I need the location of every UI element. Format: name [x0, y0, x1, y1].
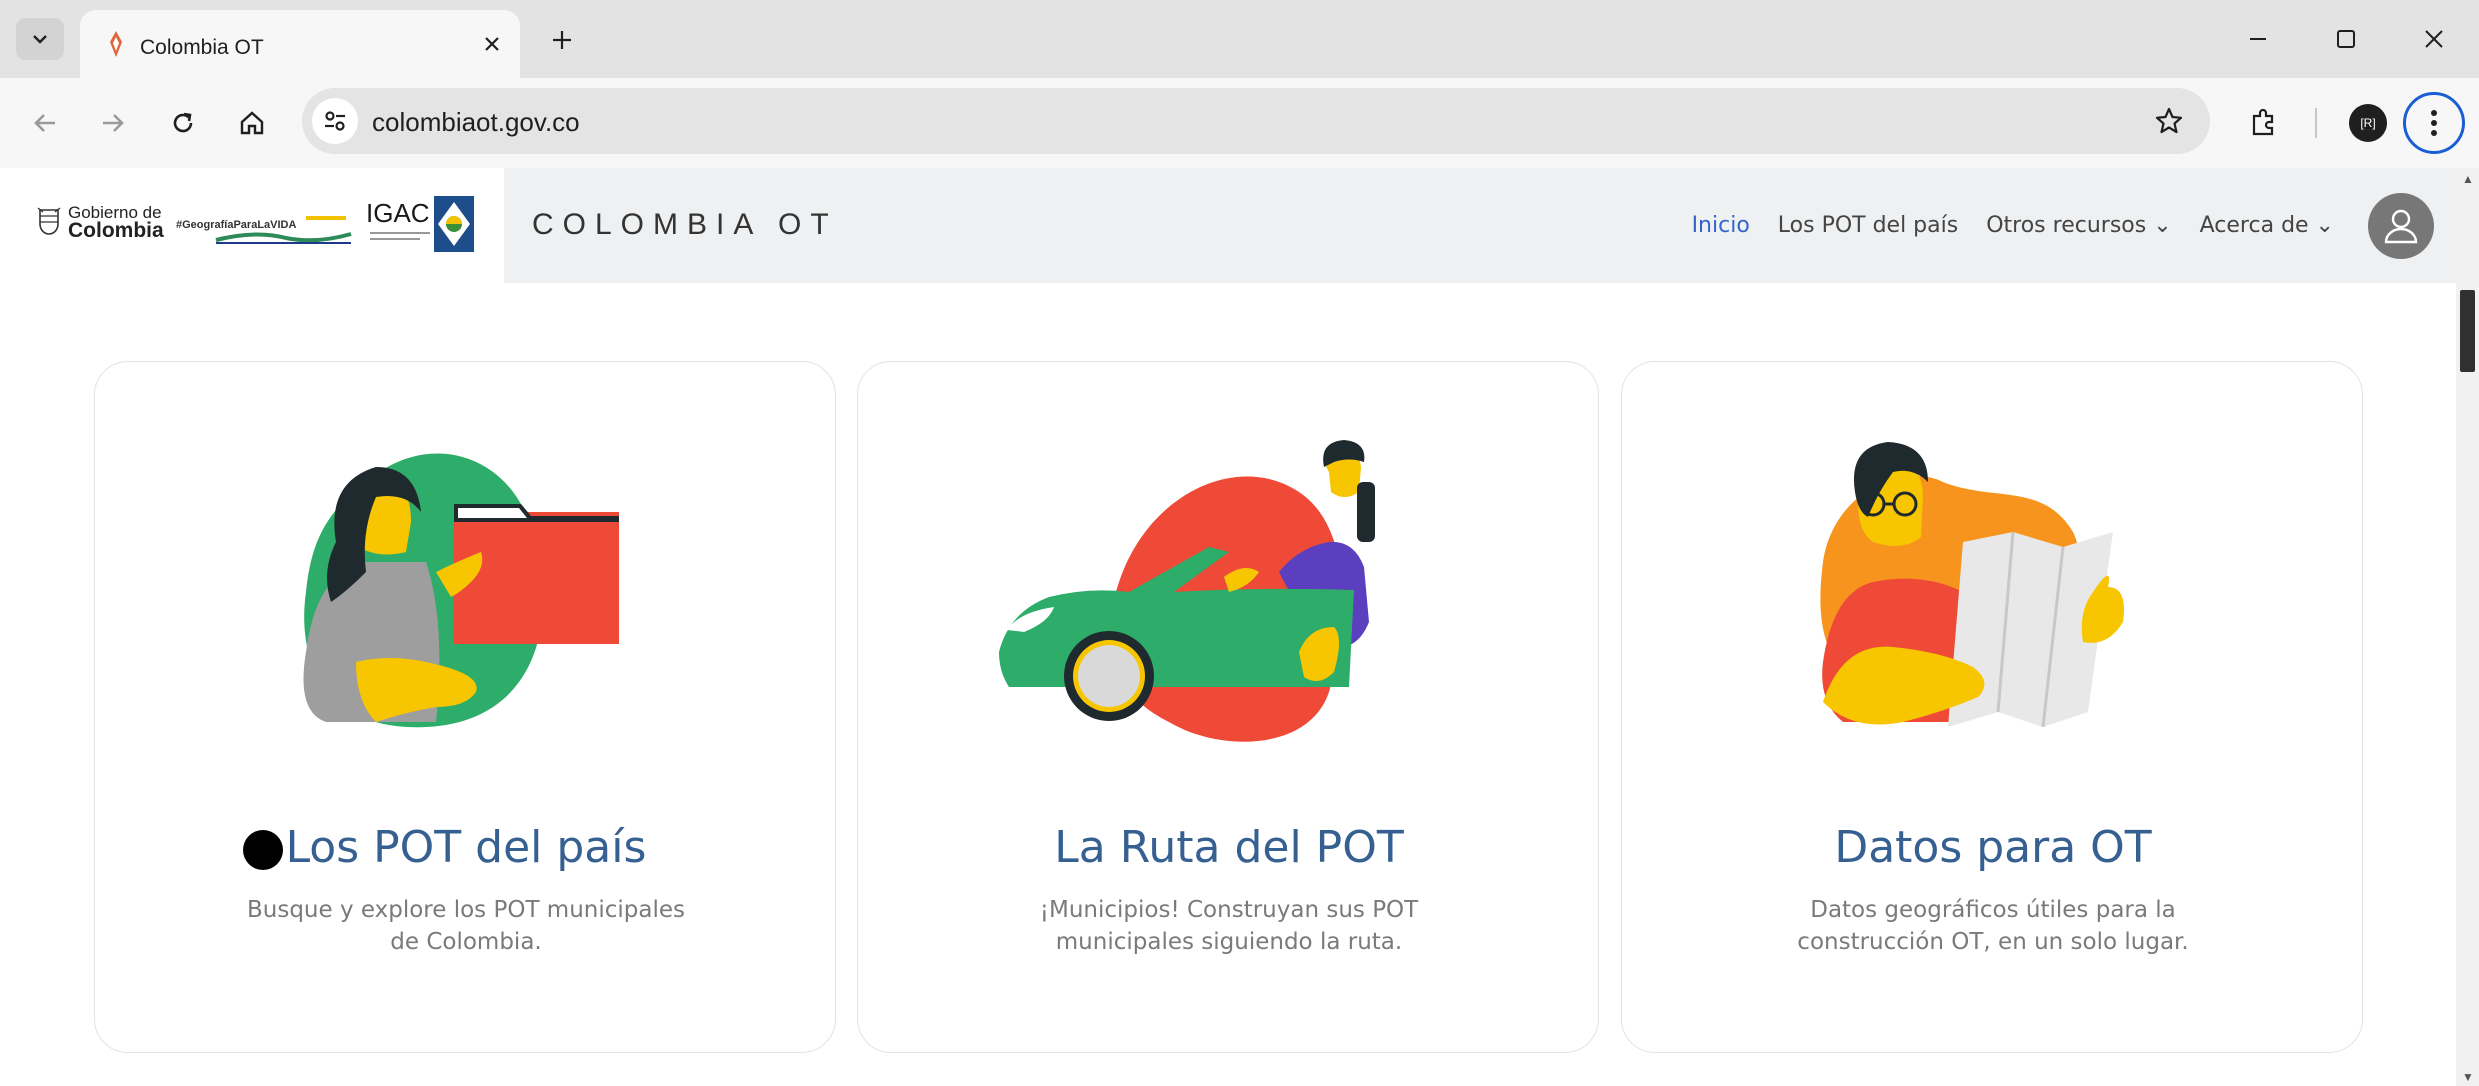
maximize-button[interactable]	[2316, 16, 2376, 62]
reload-button[interactable]	[160, 100, 206, 146]
site-info-button[interactable]	[312, 98, 358, 144]
site-header: Gobierno de Colombia #GeografíaParaLaVIDA…	[0, 168, 2456, 283]
back-button[interactable]	[22, 100, 68, 146]
card-description: ¡Municipios! Construyan sus POT municipa…	[1039, 897, 1419, 955]
profile-button[interactable]: [R]	[2349, 104, 2387, 142]
chevron-down-icon	[33, 35, 47, 44]
nav-item-los-pot[interactable]: Los POT del país	[1778, 213, 1958, 238]
home-icon	[240, 111, 264, 135]
cursor-dot	[243, 830, 283, 870]
nav-item-acerca-de[interactable]: Acerca de ⌄	[2200, 213, 2334, 238]
puzzle-icon	[2252, 108, 2274, 136]
nav-item-otros-recursos[interactable]: Otros recursos ⌄	[1986, 213, 2171, 238]
scrollbar-thumb[interactable]	[2460, 290, 2475, 372]
man-driving-car-illustration	[999, 440, 1375, 742]
web-page: Gobierno de Colombia #GeografíaParaLaVIDA…	[0, 168, 2456, 1086]
browser-tab[interactable]: Colombia OT	[80, 10, 520, 78]
user-icon	[2384, 209, 2418, 243]
card-description: Busque y explore los POT municipales de …	[246, 897, 686, 955]
card-title[interactable]: Los POT del país	[95, 822, 837, 873]
card-description: Datos geográficos útiles para la constru…	[1797, 897, 2189, 955]
man-reading-map-illustration	[1820, 442, 2124, 728]
home-button[interactable]	[229, 100, 275, 146]
nav-item-inicio[interactable]: Inicio	[1692, 213, 1750, 238]
card-ruta-pot[interactable]: La Ruta del POT ¡Municipios! Construyan …	[857, 361, 1599, 1053]
page-scrollbar[interactable]: ▲ ▼	[2456, 168, 2479, 1086]
plus-icon	[553, 31, 571, 49]
card-los-pot[interactable]: Los POT del país Busque y explore los PO…	[94, 361, 836, 1053]
igac-logo[interactable]: IGAC	[366, 194, 476, 254]
site-brand[interactable]: COLOMBIA OT	[532, 208, 838, 242]
new-tab-button[interactable]	[544, 22, 580, 58]
main-nav: Inicio Los POT del país Otros recursos ⌄…	[1692, 168, 2456, 283]
address-bar[interactable]: colombiaot.gov.co	[302, 88, 2210, 154]
card-title[interactable]: La Ruta del POT	[858, 822, 1600, 873]
url-text[interactable]: colombiaot.gov.co	[372, 107, 580, 138]
browser-tab-strip: Colombia OT	[0, 0, 2479, 78]
browser-menu-button[interactable]	[2403, 92, 2465, 154]
more-vertical-icon	[2431, 110, 2437, 136]
gobierno-logo[interactable]: Gobierno de Colombia	[36, 204, 164, 241]
vida-logo-text: #GeografíaParaLaVIDA	[176, 219, 296, 231]
header-bar: COLOMBIA OT Inicio Los POT del país Otro…	[504, 168, 2456, 283]
gobierno-line2: Colombia	[68, 219, 164, 242]
minimize-icon	[2250, 38, 2266, 40]
site-favicon-icon	[110, 31, 122, 57]
minimize-button[interactable]	[2228, 16, 2288, 62]
browser-toolbar: colombiaot.gov.co [R]	[0, 78, 2479, 169]
card-datos-ot[interactable]: Datos para OT Datos geográficos útiles p…	[1621, 361, 2363, 1053]
scroll-down-icon[interactable]: ▼	[2462, 1070, 2474, 1084]
scroll-up-icon[interactable]: ▲	[2462, 172, 2474, 186]
igac-logo-text: IGAC	[366, 198, 430, 228]
tab-search-button[interactable]	[16, 18, 64, 60]
toolbar-divider	[2315, 108, 2317, 138]
reload-icon	[173, 112, 193, 133]
close-tab-icon[interactable]	[476, 28, 508, 60]
card-title[interactable]: Datos para OT	[1622, 822, 2364, 873]
tune-icon	[325, 111, 345, 131]
profile-label: [R]	[2360, 116, 2376, 130]
woman-with-folder-illustration	[303, 453, 619, 728]
tab-title: Colombia OT	[140, 36, 264, 59]
bookmark-star-button[interactable]	[2150, 102, 2188, 140]
star-icon	[2155, 107, 2183, 134]
maximize-icon	[2337, 30, 2355, 48]
forward-button[interactable]	[90, 100, 136, 146]
logo-strip: Gobierno de Colombia #GeografíaParaLaVIDA…	[0, 168, 504, 283]
extensions-button[interactable]	[2240, 100, 2286, 146]
coat-of-arms-icon	[37, 206, 61, 235]
arrow-left-icon	[34, 114, 55, 132]
close-window-button[interactable]	[2404, 16, 2464, 62]
close-icon	[2425, 30, 2443, 48]
arrow-right-icon	[103, 114, 124, 132]
geografia-vida-logo[interactable]: #GeografíaParaLaVIDA	[176, 208, 356, 248]
user-avatar-button[interactable]	[2368, 192, 2434, 259]
